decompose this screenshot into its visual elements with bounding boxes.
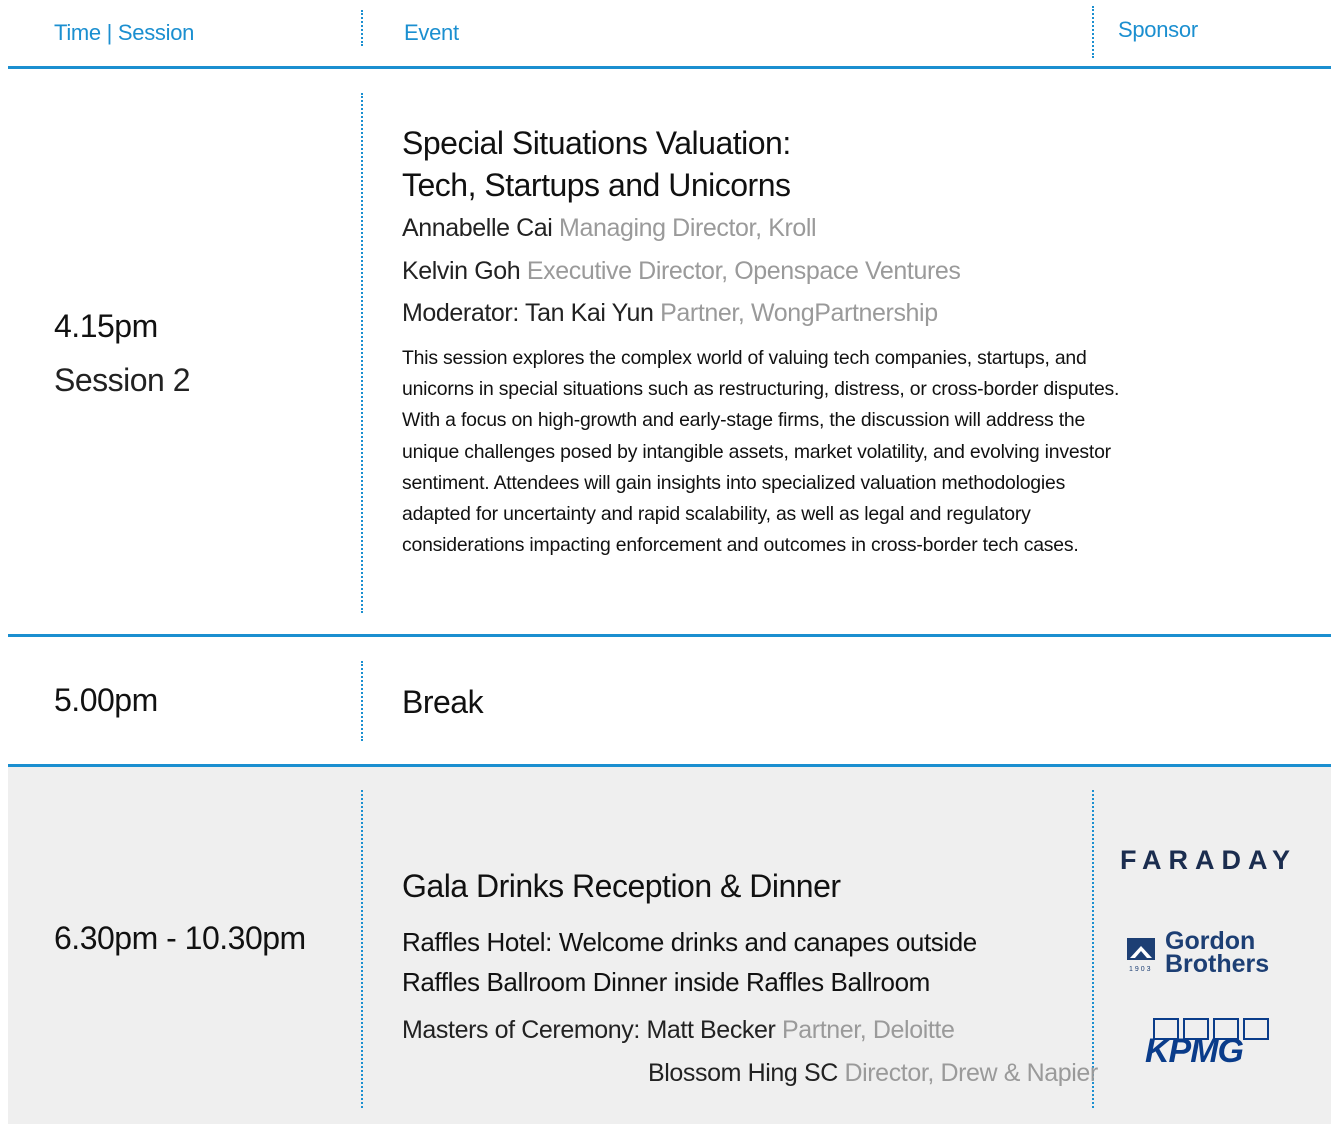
gala-title: Gala Drinks Reception & Dinner [402, 868, 841, 904]
moderator-role: Partner, WongPartnership [660, 299, 938, 327]
session-2-rule [8, 634, 1331, 637]
header-rule [8, 66, 1331, 69]
mc-2: Blossom Hing SC Director, Drew & Napier [648, 1058, 1098, 1088]
description-line: considerations impacting enforcement and… [402, 534, 1079, 557]
gordon-brothers-wordmark: Gordon Brothers [1165, 929, 1270, 978]
mc-2-role: Director, Drew & Napier [844, 1059, 1098, 1087]
session-2-description: This session explores the complex world … [402, 343, 1202, 561]
speaker-1-role: Managing Director, Kroll [559, 214, 817, 242]
kpmg-logo: KPMG [1145, 1018, 1270, 1070]
header-time-session: Time | Session [54, 20, 195, 45]
gordon-brothers-logo: 1903 Gordon Brothers [1127, 929, 1302, 980]
gala-time: 6.30pm - 10.30pm [54, 920, 306, 956]
session-2-divider [361, 93, 363, 613]
mc-1: Masters of Ceremony: Matt Becker Partner… [402, 1015, 955, 1045]
session-2-label: Session 2 [54, 362, 191, 398]
description-line: With a focus on high-growth and early-st… [402, 409, 1086, 432]
speaker-1-name: Annabelle Cai [402, 214, 553, 242]
break-divider [361, 661, 363, 741]
kpmg-wordmark: KPMG [1145, 1032, 1244, 1070]
gordon-brothers-year: 1903 [1129, 966, 1153, 973]
session-2-title-line2: Tech, Startups and Unicorns [402, 167, 791, 203]
mc-label: Masters of Ceremony: [402, 1016, 640, 1044]
description-line: unique challenges posed by intangible as… [402, 440, 1111, 463]
session-2-title-line1: Special Situations Valuation: [402, 125, 791, 161]
gala-venue-line1: Raffles Hotel: Welcome drinks and canape… [402, 927, 977, 957]
speaker-2-name: Kelvin Goh [402, 257, 521, 285]
header-event: Event [404, 20, 459, 45]
schedule-header: Time | Session Event Sponsor [0, 0, 1333, 68]
header-divider-2 [1092, 6, 1094, 58]
kpmg-box-icon [1243, 1018, 1269, 1040]
mc-1-role: Partner, Deloitte [782, 1016, 955, 1044]
mc-1-name: Matt Becker [646, 1016, 776, 1044]
gordon-brothers-mark-icon [1127, 938, 1155, 960]
gala-divider-1 [361, 790, 363, 1108]
header-sponsor: Sponsor [1118, 17, 1198, 42]
session-2-time: 4.15pm [54, 308, 158, 344]
description-line: unicorns in special situations such as r… [402, 378, 1120, 401]
description-line: adapted for uncertainty and rapid scalab… [402, 503, 1031, 526]
brothers-line: Brothers [1165, 950, 1270, 978]
header-divider-1 [361, 10, 363, 46]
speaker-1: Annabelle Cai Managing Director, Kroll [402, 213, 817, 243]
speaker-2-role: Executive Director, Openspace Ventures [526, 257, 961, 285]
mc-2-name: Blossom Hing SC [648, 1059, 838, 1087]
description-line: This session explores the complex world … [402, 347, 1087, 369]
description-line: sentiment. Attendees will gain insights … [402, 471, 1066, 494]
moderator: Moderator: Tan Kai Yun Partner, WongPart… [402, 298, 938, 328]
gala-venue-line2: Raffles Ballroom Dinner inside Raffles B… [402, 967, 930, 997]
speaker-2: Kelvin Goh Executive Director, Openspace… [402, 256, 961, 286]
moderator-name: Moderator: Tan Kai Yun [402, 299, 654, 327]
break-time: 5.00pm [54, 682, 158, 718]
break-title: Break [402, 684, 484, 720]
faraday-logo: FARADAY [1120, 845, 1298, 875]
